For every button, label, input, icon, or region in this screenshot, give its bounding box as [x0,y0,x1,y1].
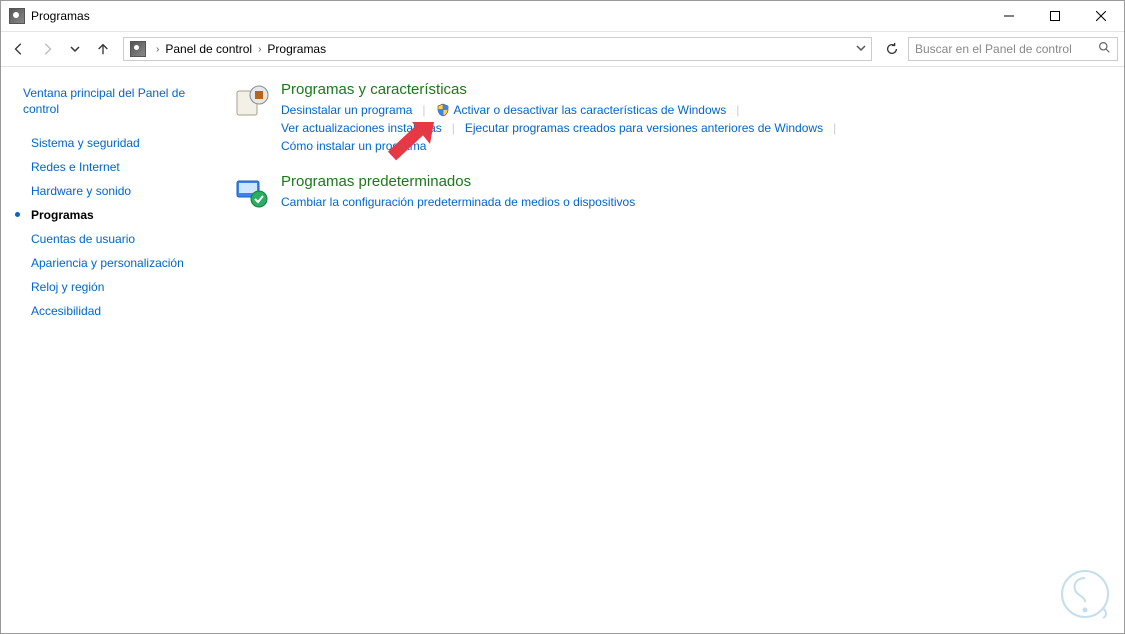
link-divider: | [833,121,836,135]
link-divider: | [452,121,455,135]
close-button[interactable] [1078,1,1124,31]
breadcrumb-separator-icon: › [150,44,165,55]
sidebar-item-accounts[interactable]: Cuentas de usuario [23,227,201,251]
titlebar: Programas [1,1,1124,31]
section-title-defaults[interactable]: Programas predeterminados [281,173,1104,190]
sidebar: Ventana principal del Panel de control S… [1,67,211,633]
link-uninstall-program[interactable]: Desinstalar un programa [281,101,412,119]
address-bar[interactable]: › Panel de control › Programas [123,37,872,61]
watermark-icon [1057,566,1113,622]
sidebar-item-system[interactable]: Sistema y seguridad [23,131,201,155]
sidebar-item-accessibility[interactable]: Accesibilidad [23,299,201,323]
refresh-button[interactable] [880,37,904,61]
back-button[interactable] [7,37,31,61]
sidebar-item-appearance[interactable]: Apariencia y personalización [23,251,201,275]
app-icon [9,8,25,24]
toolbar: › Panel de control › Programas [1,31,1124,67]
link-windows-features[interactable]: Activar o desactivar las características… [454,101,727,119]
minimize-button[interactable] [986,1,1032,31]
content-area: Ventana principal del Panel de control S… [1,67,1124,633]
section-default-programs: Programas predeterminados Cambiar la con… [231,173,1104,213]
search-input[interactable] [915,42,1098,56]
section-title-programs[interactable]: Programas y características [281,81,1104,98]
link-view-updates[interactable]: Ver actualizaciones instaladas [281,119,442,137]
main-panel: Programas y características Desinstalar … [211,67,1124,633]
search-box[interactable] [908,37,1118,61]
breadcrumb-root[interactable]: Panel de control [165,42,252,56]
programs-features-icon [231,81,271,121]
link-compatibility[interactable]: Ejecutar programas creados para versione… [465,119,823,137]
forward-button[interactable] [35,37,59,61]
breadcrumb-current[interactable]: Programas [267,42,326,56]
control-panel-home-link[interactable]: Ventana principal del Panel de control [23,85,201,117]
link-divider: | [736,103,739,117]
shield-icon [436,103,450,117]
up-button[interactable] [91,37,115,61]
sidebar-item-network[interactable]: Redes e Internet [23,155,201,179]
history-dropdown[interactable] [63,37,87,61]
link-change-defaults[interactable]: Cambiar la configuración predeterminada … [281,193,635,211]
section-programs-features: Programas y características Desinstalar … [231,81,1104,155]
default-programs-icon [231,173,271,213]
search-icon [1098,41,1111,57]
link-divider: | [422,103,425,117]
address-dropdown-icon[interactable] [855,42,867,57]
sidebar-item-programs[interactable]: Programas [23,203,201,227]
maximize-button[interactable] [1032,1,1078,31]
link-how-install[interactable]: Cómo instalar un programa [281,137,426,155]
sidebar-item-clock[interactable]: Reloj y región [23,275,201,299]
control-panel-icon [130,41,146,57]
window-controls [986,1,1124,31]
window-title: Programas [31,9,90,23]
breadcrumb-separator-icon: › [252,44,267,55]
sidebar-item-hardware[interactable]: Hardware y sonido [23,179,201,203]
